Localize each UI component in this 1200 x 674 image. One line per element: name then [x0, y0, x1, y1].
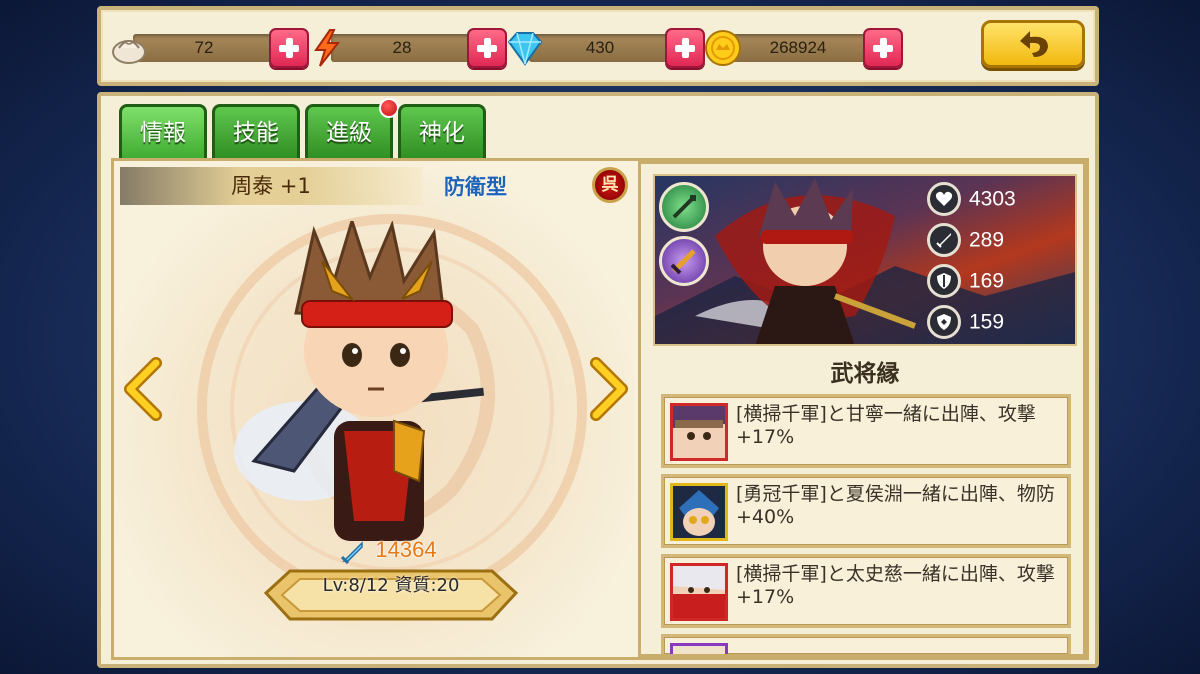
faction-badge: 呉 [592, 167, 628, 203]
stat-hp: 4303 [927, 182, 1075, 217]
add-energy-button[interactable] [467, 28, 507, 68]
tab-deify[interactable]: 神化 [398, 104, 486, 160]
energy-count: 28 [392, 38, 412, 57]
fate-item[interactable]: [横掃千軍]と太史慈一緒に出陣、攻撃+17% [661, 554, 1071, 628]
next-hero-arrow-icon[interactable] [590, 357, 630, 421]
sword-icon [927, 223, 961, 258]
taishi-ci-avatar [670, 563, 728, 621]
gold-count: 268924 [769, 38, 827, 57]
fate-text: [横掃千軍]と甘寧一緒に出陣、攻撃+17% [736, 403, 1036, 448]
fate-item[interactable]: [勇冠千軍]と夏侯淵一緒に出陣、物防+40% [661, 474, 1071, 548]
fate-item-partial[interactable] [661, 634, 1071, 654]
magic-shield-icon [927, 305, 961, 340]
bun-resource: 72 [109, 28, 309, 68]
hero-portrait: 4303 289 169 159 [653, 174, 1077, 346]
stat-defense: 169 [927, 264, 1075, 299]
gan-ning-avatar [670, 403, 728, 461]
gem-count: 430 [585, 38, 615, 57]
hero-detail-pane: 4303 289 169 159 武将縁 [横掃千軍]と甘寧一緒に出陣、攻撃+1… [638, 161, 1086, 657]
fate-item[interactable]: [横掃千軍]と甘寧一緒に出陣、攻撃+17% [661, 394, 1071, 468]
content-area: 周泰 +1 防衛型 呉 14364 Lv:8/12 資質:20 4303 289… [111, 158, 1089, 660]
tab-skills[interactable]: 技能 [212, 104, 300, 160]
bun-count: 72 [194, 38, 214, 57]
hero-info-panel: 情報 技能 進級 神化 周泰 +1 防衛型 呉 14364 Lv:8/12 資質… [97, 92, 1099, 668]
hero-character[interactable] [234, 221, 504, 561]
resource-bar: 72 28 430 268924 [97, 6, 1099, 86]
add-gold-button[interactable] [863, 28, 903, 68]
back-button[interactable] [981, 20, 1085, 68]
return-arrow-icon [1020, 31, 1048, 57]
add-gems-button[interactable] [665, 28, 705, 68]
next-fate-avatar [670, 643, 728, 654]
hero-display: 周泰 +1 防衛型 呉 14364 Lv:8/12 資質:20 [114, 161, 634, 657]
stat-magic-defense: 159 [927, 305, 1075, 340]
gem-resource: 430 [505, 28, 705, 68]
shield-icon [927, 264, 961, 299]
tab-info[interactable]: 情報 [119, 104, 207, 160]
prev-hero-arrow-icon[interactable] [122, 357, 162, 421]
notification-dot [379, 98, 399, 118]
combat-power: 14364 [375, 537, 437, 562]
heart-icon [927, 182, 961, 217]
fate-text: [勇冠千軍]と夏侯淵一緒に出陣、物防+40% [736, 483, 1055, 528]
add-bun-button[interactable] [269, 28, 309, 68]
skill-green-icon[interactable] [659, 182, 709, 232]
skill-purple-icon[interactable] [659, 236, 709, 286]
hero-fate-title: 武将縁 [830, 361, 900, 387]
level-aptitude: Lv:8/12 資質:20 [322, 575, 460, 596]
hero-name: 周泰 +1 [120, 167, 422, 205]
xiahou-yuan-avatar [670, 483, 728, 541]
hero-type: 防衛型 [444, 175, 507, 199]
fate-text: [横掃千軍]と太史慈一緒に出陣、攻撃+17% [736, 563, 1055, 608]
gold-resource: 268924 [703, 28, 903, 68]
stat-attack: 289 [927, 223, 1075, 258]
energy-resource: 28 [307, 28, 507, 68]
